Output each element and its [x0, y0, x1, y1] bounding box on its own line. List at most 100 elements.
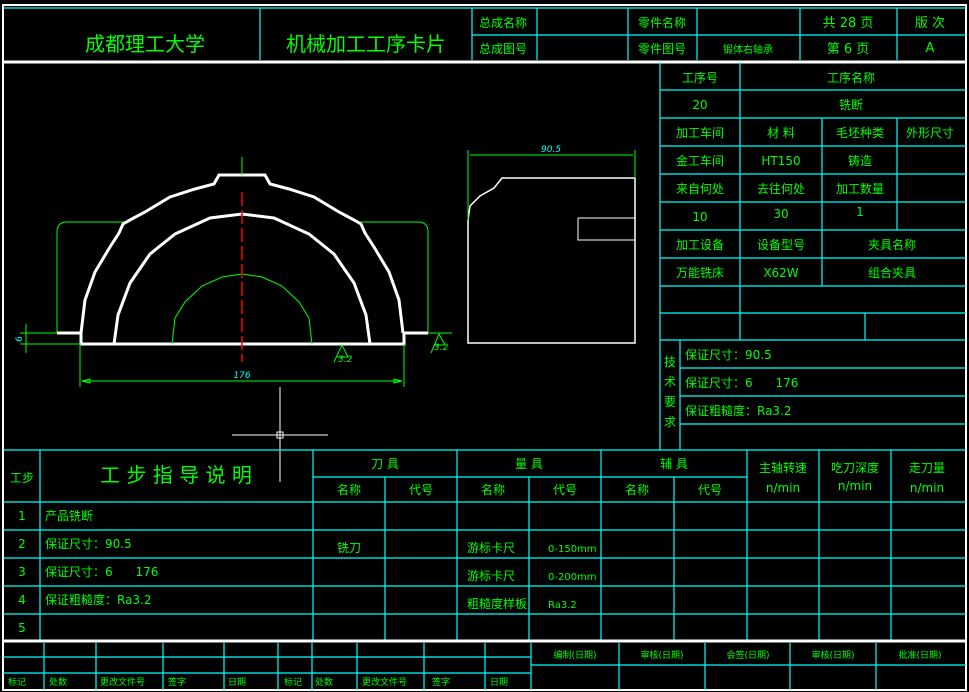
- step-rows: 1 产品铣断 2 保证尺寸：90.5 铣刀 游标卡尺 0-150mm 3 保证尺…: [18, 508, 596, 635]
- roughness-value: 3.2: [338, 355, 353, 365]
- footer-label: 日期: [228, 677, 246, 688]
- model: X62W: [763, 266, 798, 280]
- equip: 万能铣床: [676, 266, 724, 280]
- tool-header: 刀 具: [371, 457, 399, 471]
- step-no: 2: [18, 537, 26, 551]
- part-name-label: 零件名称: [638, 15, 686, 30]
- gauge-name: 游标卡尺: [467, 569, 515, 583]
- workshop-label: 加工车间: [676, 125, 724, 140]
- card-title: 机械加工工序卡片: [286, 32, 446, 56]
- tech-item: 保证尺寸：90.5: [685, 348, 772, 362]
- feed-unit: n/min: [910, 481, 944, 495]
- step-col-header: 工步: [10, 471, 34, 485]
- footer-sign-label: 审核(日期): [640, 649, 683, 661]
- to-value: 30: [773, 207, 788, 221]
- tool-name: 铣刀: [337, 541, 361, 555]
- footer-label: 标记: [8, 676, 26, 688]
- process-table: 工序号 工序名称 20 铣断 加工车间 材 料 毛坯种类 外形尺寸 金工车间 H…: [664, 70, 954, 429]
- tool-code-header: 代号: [409, 483, 433, 497]
- front-view: 176 6 3.2 3.2: [15, 157, 452, 387]
- page-number: 第 6 页: [827, 42, 870, 57]
- step-desc: 产品铣断: [45, 508, 93, 523]
- blank-type: 铸造: [848, 153, 872, 168]
- dim-width: 176: [233, 371, 250, 381]
- assembly-name-label: 总成名称: [479, 15, 527, 30]
- footer-label: 签字: [432, 676, 450, 688]
- school-name: 成都理工大学: [85, 32, 205, 56]
- step-no: 5: [18, 621, 26, 635]
- depth-unit: n/min: [838, 479, 872, 493]
- speed-header: 主轴转速: [759, 460, 807, 475]
- gauge-code-header: 代号: [553, 483, 577, 497]
- tech-item: 保证粗糙度：Ra3.2: [685, 403, 792, 418]
- dim-height: 6: [15, 336, 25, 342]
- blank-label: 毛坯种类: [836, 126, 884, 140]
- card-border: [2, 4, 967, 691]
- dim-side: 90.5: [541, 145, 561, 155]
- assembly-no-label: 总成图号: [479, 42, 527, 56]
- tech-label-2: 术: [664, 375, 676, 389]
- gauge-name-header: 名称: [481, 482, 505, 497]
- footer-label: 标记: [284, 676, 302, 688]
- footer-label: 签字: [168, 676, 186, 688]
- step-no: 3: [18, 565, 26, 579]
- tech-label-3: 要: [664, 395, 676, 409]
- from-value: 10: [692, 210, 707, 224]
- guide-col-header: 工 步 指 导 说 明: [100, 463, 252, 487]
- footer-label: 更改文件号: [100, 676, 145, 688]
- gauge-code: 0-150mm: [548, 544, 597, 555]
- tech-item: 保证尺寸：6 176: [685, 376, 798, 390]
- footer-label: 处数: [49, 676, 67, 688]
- equip-label: 加工设备: [676, 238, 724, 252]
- workshop: 金工车间: [676, 153, 724, 168]
- feed-header: 走刀量: [909, 461, 945, 475]
- part-no-value: 锻体右轴承: [723, 43, 773, 56]
- table-row: 2 保证尺寸：90.5 铣刀 游标卡尺 0-150mm: [18, 537, 596, 555]
- footer-labels: 标记 处数 更改文件号 签字 日期 标记 处数 更改文件号 签字 日期 编制(日…: [8, 649, 942, 688]
- footer-label: 日期: [490, 677, 508, 688]
- material-label: 材 料: [767, 126, 795, 140]
- revision-value: A: [926, 41, 935, 56]
- tech-label-4: 求: [664, 415, 676, 429]
- part-no-label: 零件图号: [638, 42, 686, 56]
- model-label: 设备型号: [757, 238, 805, 252]
- footer-sign-label: 编制(日期): [553, 649, 596, 661]
- qty-label: 加工数量: [836, 181, 884, 196]
- footer-sign-label: 审核(日期): [811, 649, 854, 661]
- to-label: 去往何处: [757, 181, 805, 196]
- fixture: 组合夹具: [868, 265, 916, 280]
- op-no: 20: [692, 98, 707, 112]
- step-no: 4: [18, 593, 26, 607]
- speed-unit: n/min: [766, 481, 800, 495]
- gauge-code: Ra3.2: [548, 600, 577, 611]
- op-name-label: 工序名称: [827, 70, 875, 85]
- from-label: 来自何处: [676, 182, 724, 196]
- total-pages: 共 28 页: [823, 16, 874, 31]
- step-no: 1: [18, 509, 26, 523]
- op-no-label: 工序号: [682, 70, 718, 85]
- step-desc: 保证尺寸：90.5: [45, 537, 132, 551]
- depth-header: 吃刀深度: [831, 460, 879, 475]
- fixture-label: 夹具名称: [868, 237, 916, 252]
- table-row: 5: [18, 621, 26, 635]
- gauge-name: 游标卡尺: [467, 541, 515, 555]
- gauge-header: 量 具: [515, 457, 543, 471]
- tool-name-header: 名称: [337, 482, 361, 497]
- aux-name-header: 名称: [625, 482, 649, 497]
- footer-label: 更改文件号: [362, 676, 407, 688]
- footer-label: 处数: [315, 676, 333, 688]
- material: HT150: [761, 154, 800, 168]
- process-card: 成都理工大学 机械加工工序卡片 总成名称 总成图号 零件名称 零件图号 锻体右轴…: [2, 4, 967, 691]
- side-view: 90.5: [467, 145, 636, 344]
- table-row: 1 产品铣断: [18, 508, 93, 523]
- step-desc: 保证粗糙度：Ra3.2: [45, 592, 152, 607]
- gauge-code: 0-200mm: [548, 572, 597, 583]
- gauge-name: 粗糙度样板: [467, 596, 527, 611]
- process-table-grid: [659, 62, 966, 450]
- footer-sign-label: 批准(日期): [898, 649, 941, 661]
- size-label: 外形尺寸: [906, 126, 954, 140]
- aux-header: 辅 具: [660, 457, 688, 471]
- aux-code-header: 代号: [698, 483, 722, 497]
- footer-sign-label: 会签(日期): [726, 649, 769, 661]
- tech-label-1: 技: [664, 355, 676, 369]
